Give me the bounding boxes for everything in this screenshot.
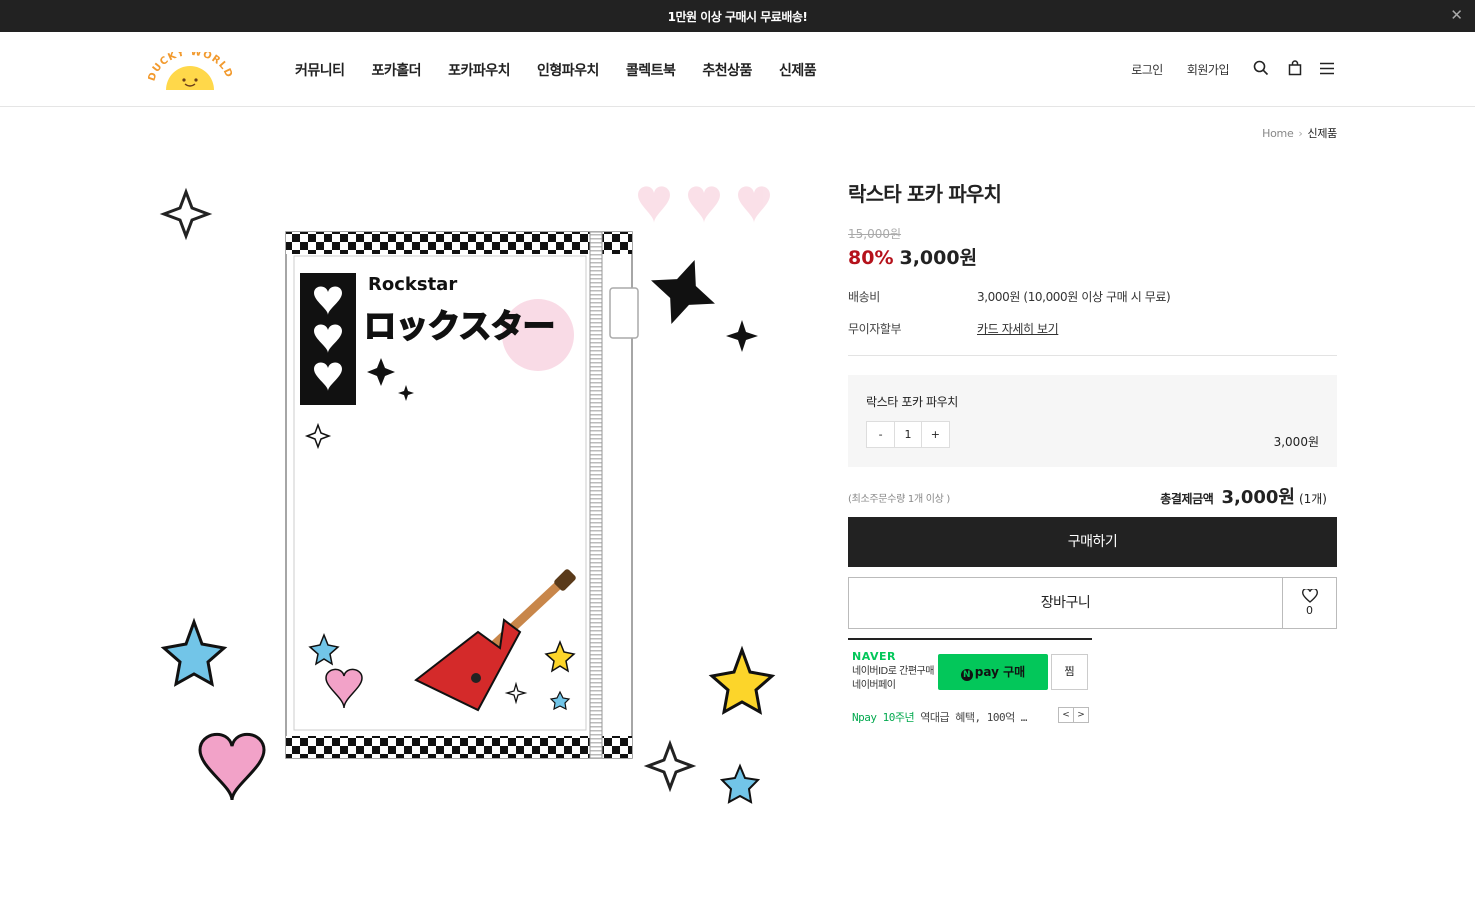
promo-text: 역대급 혜택, 100억 …	[920, 711, 1027, 724]
quantity-increase-button[interactable]: +	[922, 422, 949, 447]
quantity-stepper: - 1 +	[866, 421, 950, 448]
option-price: 3,000원	[1273, 435, 1319, 449]
nav-photocard-pouch[interactable]: 포카파우치	[448, 60, 510, 80]
shipping-row: 배송비 3,000원 (10,000원 이상 구매 시 무료)	[848, 288, 1171, 305]
breadcrumb-home[interactable]: Home	[1262, 127, 1294, 140]
add-to-cart-button[interactable]: 장바구니	[848, 577, 1283, 629]
card-details-link[interactable]: 카드 자세히 보기	[977, 322, 1059, 336]
close-icon[interactable]: ✕	[1450, 6, 1463, 24]
site-header: DUCKY WORLD 커뮤니티 포카홀더 포카파우치 인형파우치 콜렉트북 추…	[0, 32, 1475, 107]
naver-pay-promo[interactable]: Npay 10주년 역대급 혜택, 100억 …	[852, 709, 1027, 725]
chevron-right-icon: ›	[1298, 127, 1303, 140]
installment-row: 무이자할부 카드 자세히 보기	[848, 320, 1059, 337]
header-utility: 로그인 회원가입	[1107, 60, 1337, 78]
shipping-value: 3,000원 (10,000원 이상 구매 시 무료)	[977, 290, 1171, 304]
buy-now-button[interactable]: 구매하기	[848, 517, 1337, 567]
nav-collect-book[interactable]: 콜렉트북	[626, 60, 676, 80]
total-value: 3,000원	[1221, 487, 1295, 508]
search-icon[interactable]	[1253, 60, 1271, 78]
wishlist-count: 0	[1306, 604, 1313, 617]
naver-n-icon: N	[960, 669, 973, 681]
shipping-label: 배송비	[848, 290, 880, 304]
bag-icon[interactable]	[1287, 60, 1305, 78]
naver-pay-description: 네이버ID로 간편구매 네이버페이	[852, 665, 934, 693]
total-price: 총결제금액 3,000원 (1개)	[1160, 483, 1327, 509]
wishlist-button[interactable]: 0	[1282, 577, 1337, 629]
installment-label: 무이자할부	[848, 322, 902, 336]
price-row: 80% 3,000원	[848, 243, 977, 270]
breadcrumb: Home › 신제품	[1262, 125, 1337, 141]
total-label: 총결제금액	[1160, 492, 1214, 506]
announcement-text: 1만원 이상 구매시 무료배송!	[667, 10, 808, 24]
nav-photocard-holder[interactable]: 포카홀더	[372, 60, 422, 80]
quantity-input[interactable]: 1	[894, 422, 922, 447]
option-name: 락스타 포카 파우치	[866, 395, 958, 409]
promo-prev-button[interactable]: <	[1058, 707, 1074, 723]
naver-pay-desc-line1: 네이버ID로 간편구매	[852, 666, 934, 677]
nav-recommended[interactable]: 추천상품	[702, 60, 752, 80]
naver-brand: NAVER	[852, 650, 896, 663]
product-title: 락스타 포카 파우치	[848, 182, 1002, 206]
quantity-decrease-button[interactable]: -	[867, 422, 894, 447]
main-navigation: 커뮤니티 포카홀더 포카파우치 인형파우치 콜렉트북 추천상품 신제품	[295, 60, 843, 80]
menu-icon[interactable]	[1319, 60, 1337, 78]
total-count: (1개)	[1298, 492, 1327, 506]
selected-option-box: 락스타 포카 파우치 - 1 + 3,000원	[848, 375, 1337, 467]
promo-highlight: Npay 10주년	[852, 711, 915, 724]
promo-next-button[interactable]: >	[1073, 707, 1089, 723]
breadcrumb-current[interactable]: 신제품	[1308, 127, 1338, 140]
join-link[interactable]: 회원가입	[1187, 61, 1230, 78]
sale-price: 3,000원	[899, 247, 978, 269]
discount-rate: 80%	[848, 247, 894, 269]
nav-doll-pouch[interactable]: 인형파우치	[537, 60, 599, 80]
min-order-note: (최소주문수량 1개 이상 )	[848, 494, 951, 505]
login-link[interactable]: 로그인	[1131, 61, 1163, 78]
naver-pay-widget: NAVER 네이버ID로 간편구매 네이버페이 Npay 구매 찜 Npay 1…	[848, 638, 1092, 728]
naver-pay-buy-label: pay 구매	[974, 665, 1026, 679]
naver-pay-buy-button[interactable]: Npay 구매	[938, 654, 1048, 690]
naver-zzim-button[interactable]: 찜	[1051, 654, 1088, 690]
product-image[interactable]: Rockstar ロックスター	[148, 170, 788, 830]
site-logo[interactable]: DUCKY WORLD	[146, 47, 234, 90]
image-text-japanese: ロックスター	[364, 307, 555, 345]
original-price: 15,000원	[848, 227, 902, 241]
top-announcement-bar: 1만원 이상 구매시 무료배송! ✕	[0, 0, 1475, 32]
image-text-english: Rockstar	[368, 274, 457, 295]
heart-icon	[1283, 588, 1336, 604]
nav-community[interactable]: 커뮤니티	[295, 60, 345, 80]
nav-new-products[interactable]: 신제품	[779, 60, 817, 80]
divider	[848, 355, 1337, 356]
naver-pay-desc-line2: 네이버페이	[852, 680, 896, 691]
